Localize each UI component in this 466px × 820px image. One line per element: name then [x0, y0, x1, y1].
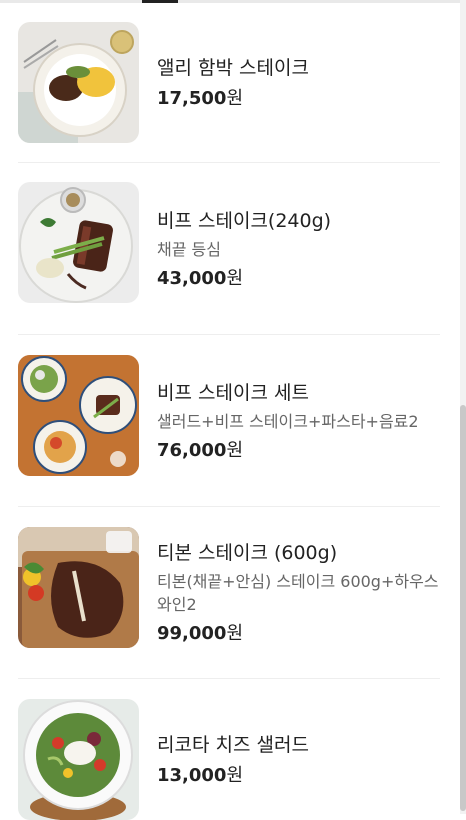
menu-item-description: 샐러드+비프 스테이크+파스타+음료2: [157, 412, 419, 431]
menu-item-photo: [18, 527, 139, 648]
menu-item-price: 99,000원: [157, 623, 244, 644]
menu-item-photo: [18, 355, 139, 476]
menu-item[interactable]: 앨리 함박 스테이크 17,500원: [18, 0, 440, 163]
menu-item-name: 비프 스테이크 세트: [157, 382, 309, 404]
menu-item-photo: [18, 699, 139, 820]
menu-item-photo: [18, 22, 139, 143]
menu-item-name: 리코타 치즈 샐러드: [157, 734, 309, 756]
menu-item-name: 앨리 함박 스테이크: [157, 57, 309, 79]
menu-item-name: 티본 스테이크 (600g): [157, 542, 338, 564]
menu-item[interactable]: 비프 스테이크 세트 샐러드+비프 스테이크+파스타+음료2 76,000원: [18, 334, 440, 507]
menu-item[interactable]: 티본 스테이크 (600g) 티본(채끝+안심) 스테이크 600g+하우스 와…: [18, 506, 440, 679]
menu-item-price: 17,500원: [157, 88, 244, 109]
scrollbar[interactable]: [460, 0, 466, 814]
menu-item-description: 티본(채끝+안심) 스테이크 600g+하우스 와인2: [157, 572, 439, 614]
menu-item-description: 채끝 등심: [157, 240, 221, 259]
menu-item-price: 76,000원: [157, 440, 244, 461]
menu-item[interactable]: 비프 스테이크(240g) 채끝 등심 43,000원: [18, 162, 440, 335]
menu-item-photo: [18, 182, 139, 303]
scrollbar-thumb[interactable]: [460, 405, 466, 811]
menu-item-name: 비프 스테이크(240g): [157, 210, 332, 232]
menu-item-price: 13,000원: [157, 765, 244, 786]
menu-item[interactable]: 리코타 치즈 샐러드 13,000원: [18, 678, 440, 820]
menu-item-price: 43,000원: [157, 268, 244, 289]
